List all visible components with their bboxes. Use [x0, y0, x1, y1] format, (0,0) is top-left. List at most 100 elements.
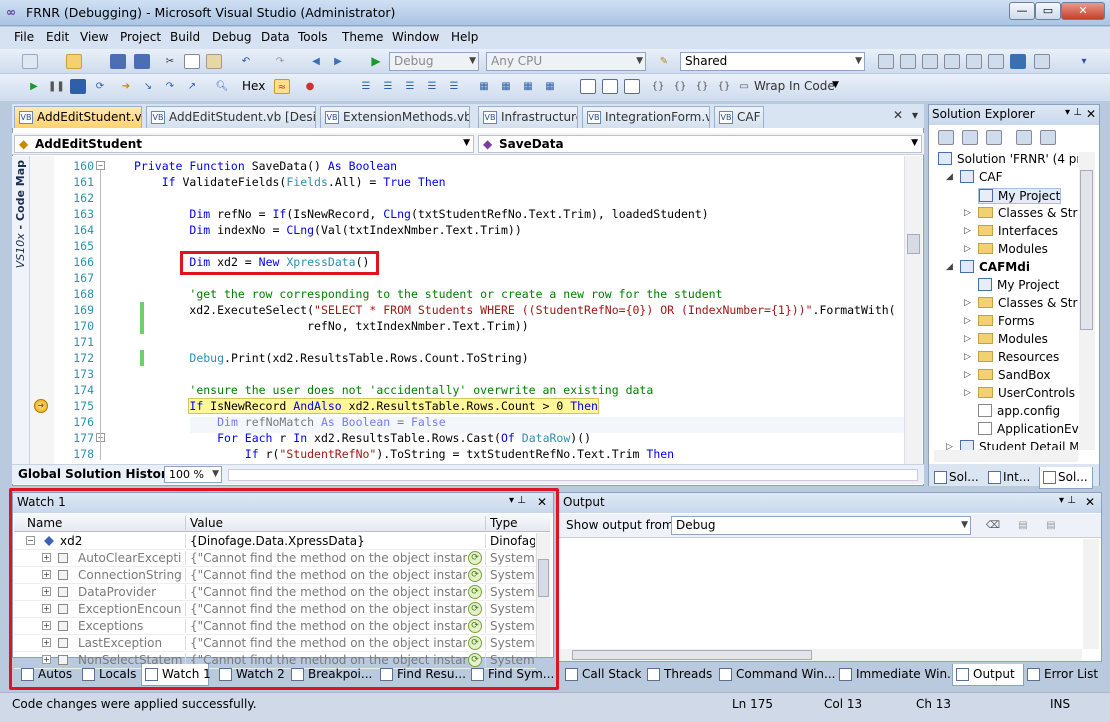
if-icon[interactable]: {} — [716, 79, 732, 94]
tree-item[interactable]: My Project — [978, 188, 1062, 204]
tree-item[interactable]: ▷ Classes & Struc — [964, 296, 1078, 310]
extension-manager-icon[interactable] — [988, 54, 1004, 69]
stop-debugging-icon[interactable] — [70, 79, 86, 94]
tree-item[interactable]: ▷ SandBox — [964, 368, 1051, 382]
doc-dropdown-icon[interactable]: ▾ — [912, 108, 918, 122]
code-line[interactable]: If IsNewRecord AndAlso xd2.ResultsTable.… — [134, 398, 599, 414]
code-map-sidebar[interactable]: VS10x - Code Map — [12, 156, 30, 464]
bookmark-icon[interactable]: ▦ — [476, 79, 492, 94]
tree-item[interactable]: ▷ Forms — [964, 314, 1034, 328]
command-window-icon[interactable] — [1034, 54, 1050, 69]
region-icon[interactable] — [602, 79, 618, 94]
collapse-icon[interactable]: − — [96, 161, 105, 170]
save-all-icon[interactable] — [134, 54, 150, 69]
distribute-icon[interactable]: ☰ — [424, 79, 440, 94]
doc-tab-4[interactable]: VB IntegrationForm.vb — [582, 106, 710, 128]
doc-tab-0[interactable]: VB AddEditStudent.vb — [14, 106, 142, 128]
expand-icon[interactable]: ▷ — [964, 388, 971, 398]
tree-item[interactable]: ▷ Modules — [964, 332, 1048, 346]
navigate-forward-icon[interactable]: ▶ — [330, 54, 346, 69]
quick-watch-icon[interactable]: 🔍︎ — [214, 79, 230, 94]
close-button[interactable]: ✕ — [1061, 2, 1105, 20]
start-debug-icon[interactable]: ▶ — [368, 54, 384, 69]
doc-tab-3[interactable]: VB Infrastructure.vb — [478, 106, 578, 128]
tree-item[interactable]: My Project — [978, 278, 1059, 292]
tree-item[interactable]: ▷ Classes & Struc — [964, 206, 1078, 220]
bottom-tab-right[interactable]: Command Win... — [716, 664, 835, 686]
doc-tab-2[interactable]: VB ExtensionMethods.vb — [320, 106, 470, 128]
wrap-in-code-button[interactable]: Wrap In Code — [754, 79, 835, 93]
find-message-icon[interactable]: ▤ — [1015, 518, 1031, 533]
menu-window[interactable]: Window — [392, 30, 439, 44]
breakpoint-gutter[interactable]: ➔ — [30, 156, 54, 464]
properties-icon[interactable] — [938, 130, 954, 145]
region2-icon[interactable] — [624, 79, 640, 94]
menu-edit[interactable]: Edit — [46, 30, 69, 44]
align-center-icon[interactable]: ☰ — [380, 79, 396, 94]
code-line[interactable]: If ValidateFields(Fields.All) = True The… — [134, 175, 446, 189]
code-line[interactable]: 'ensure the user does not 'accidentally'… — [134, 383, 653, 397]
tree-item[interactable]: ApplicationEve — [978, 422, 1078, 436]
undo-icon[interactable]: ↶ — [238, 54, 254, 69]
zoom-combo[interactable]: 100 % ▼ — [164, 466, 222, 483]
continue-icon[interactable]: ▶ — [26, 79, 42, 94]
paste-icon[interactable] — [206, 54, 222, 69]
menu-view[interactable]: View — [80, 30, 108, 44]
code-line[interactable]: Dim indexNo = CLng(Val(txtIndexNmber.Tex… — [134, 223, 521, 237]
minimize-button[interactable]: — — [1009, 2, 1035, 20]
tree-item[interactable]: ▷ Interfaces — [964, 224, 1058, 238]
code-line[interactable]: Debug.Print(xd2.ResultsTable.Rows.Count.… — [134, 351, 528, 365]
restart-icon[interactable]: ⟳ — [92, 79, 108, 94]
menu-file[interactable]: File — [14, 30, 34, 44]
code-line[interactable]: refNo, txtIndexNmber.Text.Trim)) — [134, 319, 529, 333]
editor-vertical-scrollbar[interactable] — [904, 156, 922, 464]
expand-icon[interactable]: ▷ — [964, 316, 971, 326]
expand-icon[interactable]: ◢ — [946, 172, 953, 182]
tree-item[interactable]: ▷ Resources — [964, 350, 1059, 364]
find-in-files-icon[interactable]: ✎ — [656, 54, 672, 69]
se-tab-solution[interactable]: Sol... — [931, 467, 983, 489]
se-hscrollbar[interactable] — [934, 450, 1078, 462]
method-combo[interactable]: ◆ SaveData ▼ — [478, 135, 922, 153]
menu-debug[interactable]: Debug — [212, 30, 251, 44]
se-close-icon[interactable]: ✕ — [1086, 107, 1096, 121]
global-solution-history[interactable]: Global Solution History — [18, 467, 175, 481]
expand-icon[interactable]: ▷ — [964, 298, 971, 308]
cut-icon[interactable]: ✂ — [162, 54, 178, 69]
clear-bookmarks-icon[interactable]: ▦ — [542, 79, 558, 94]
align-right-icon[interactable]: ☰ — [402, 79, 418, 94]
hex-toggle[interactable]: Hex — [242, 79, 265, 93]
tree-item[interactable]: ◢ CAFMdi — [946, 260, 1030, 274]
using-icon[interactable]: {} — [672, 79, 688, 94]
toolbar-options-icon[interactable]: ▾ — [1076, 54, 1092, 69]
tree-item[interactable]: app.config — [978, 404, 1060, 418]
server-explorer-icon[interactable] — [1010, 54, 1026, 69]
properties-icon[interactable] — [900, 54, 916, 69]
view-designer-icon[interactable] — [1040, 130, 1056, 145]
maximize-button[interactable]: ▭ — [1035, 2, 1061, 20]
expand-icon[interactable]: ▷ — [964, 226, 971, 236]
object-browser-icon[interactable] — [922, 54, 938, 69]
menu-build[interactable]: Build — [170, 30, 200, 44]
align-left-icon[interactable]: ☰ — [358, 79, 374, 94]
expand-icon[interactable]: ◢ — [946, 262, 953, 272]
start-page-icon[interactable] — [966, 54, 982, 69]
view-code-icon[interactable] — [1016, 130, 1032, 145]
expand-icon[interactable]: ▷ — [964, 244, 971, 254]
output-close-icon[interactable]: ✕ — [1085, 495, 1095, 509]
break-all-icon[interactable]: ❚❚ — [48, 79, 65, 94]
tree-item[interactable]: ▷ UserControls — [964, 386, 1075, 400]
open-folder-icon[interactable] — [66, 54, 82, 69]
expand-icon[interactable]: ▷ — [946, 442, 953, 450]
se-tab-solution2[interactable]: Sol... — [1039, 467, 1093, 489]
clear-all-icon[interactable]: ⌫ — [985, 518, 1001, 533]
wrap-in-code-dropdown-icon[interactable]: ▼ — [832, 80, 839, 90]
editor-scroll-thumb[interactable] — [907, 234, 920, 254]
menu-project[interactable]: Project — [120, 30, 161, 44]
pin-icon[interactable]: ▾ ⊥ — [1065, 107, 1082, 118]
config-combo[interactable]: Debug ▼ — [389, 52, 479, 71]
tree-item[interactable]: Solution 'FRNR' (4 pro — [938, 152, 1078, 166]
find-combo[interactable]: Shared ▼ — [680, 52, 865, 71]
doc-tab-5[interactable]: VB CAF — [714, 106, 764, 128]
bottom-tab-right[interactable]: Immediate Win... — [836, 664, 959, 686]
